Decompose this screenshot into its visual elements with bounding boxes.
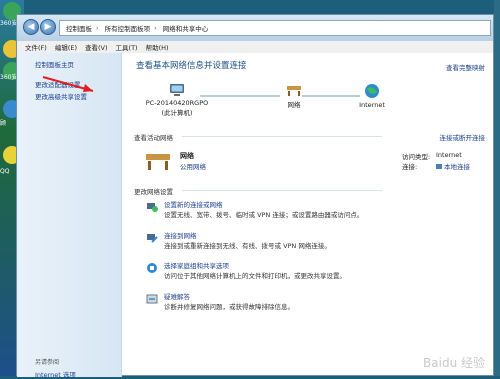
change-settings-heading: 更改网络设置 [134,188,173,196]
task-description: 连接到或重新连接到无线、有线、拨号或 VPN 网络连接。 [164,242,331,250]
task-description: 访问位于其他网络计算机上的文件和打印机，或更改共享设置。 [164,272,346,280]
desktop-icon-label-2: 360安 [0,74,18,81]
setup-connection-icon [147,203,158,212]
breadcrumb-separator-icon: › [154,24,157,32]
task-title[interactable]: 连接到网络 [164,230,197,240]
network-label: 网络 [287,101,301,109]
local-connection-link[interactable]: 本地连接 [436,161,470,171]
menu-tools[interactable]: 工具(T) [116,42,138,52]
forward-button[interactable]: ▶ [40,19,56,35]
map-network: 网络 [274,83,314,109]
desktop-right-edge [494,0,500,376]
back-button[interactable]: ◀ [23,19,39,35]
map-computer: PC-20140420RGPO (此计算机) [142,83,212,117]
desktop-icon-label-3: 顾 [0,120,7,127]
breadcrumb-all-items[interactable]: 所有控制面板项 [105,23,151,33]
computer-icon [170,84,184,96]
network-bench-icon [287,86,301,96]
menu-view[interactable]: 查看(V) [85,42,108,52]
menu-edit[interactable]: 编辑(E) [55,42,77,52]
sidebar: 控制面板主页 更改适配器设置 更改高级共享设置 另请参阅 Internet 选项 [17,53,122,379]
breadcrumb-separator-icon: › [96,24,99,32]
computer-name: PC-20140420RGPO [145,99,209,107]
globe-icon [365,84,379,98]
task-description: 诊断并修复网络问题，或获得故障排除信息。 [164,303,294,311]
back-arrow-icon: ◀ [27,22,35,32]
active-network-heading: 查看活动网络 [134,134,173,142]
troubleshoot-icon [146,294,158,304]
page-title: 查看基本网络信息并设置连接 [136,61,247,71]
desktop-icon-label-4: QQ [0,168,10,175]
local-connection-icon [436,164,442,169]
network-center-window: ◀ ▶ 控制面板 › 所有控制面板项 › 网络和共享中心 文件(F) 编辑(E)… [16,14,494,379]
main-panel: 查看基本网络信息并设置连接 查看完整映射 PC-20140420RGPO (此计… [122,53,493,375]
desktop-icon-label-1: 360安 [0,20,18,27]
sidebar-item-control-panel-home[interactable]: 控制面板主页 [35,59,74,69]
map-internet: Internet [352,83,392,109]
access-type-label: 访问类型: [402,153,431,161]
see-also-heading: 另请参阅 [35,359,60,366]
active-network-bench-icon [146,154,170,170]
active-network-name: 网络 [180,152,194,160]
title-bar: ◀ ▶ 控制面板 › 所有控制面板项 › 网络和共享中心 [17,15,493,41]
connect-disconnect-link[interactable]: 连接或断开连接 [440,132,486,142]
breadcrumb-network-center[interactable]: 网络和共享中心 [163,23,209,33]
annotation-arrow-icon [42,75,94,93]
view-full-map-link[interactable]: 查看完整映射 [446,62,485,72]
task-description: 设置无线、宽带、拨号、临时或 VPN 连接；或设置路由器或访问点。 [164,211,364,219]
task-title[interactable]: 疑难解答 [164,291,190,301]
task-title[interactable]: 选择家庭组和共享选项 [164,260,229,270]
map-connector [200,95,280,97]
internet-label: Internet [359,101,385,109]
watermark-logo: Baidu 经验 [423,356,485,370]
address-bar[interactable]: 控制面板 › 所有控制面板项 › 网络和共享中心 [59,20,491,36]
local-connection-label: 本地连接 [444,163,470,171]
computer-sub-label: (此计算机) [161,109,193,117]
task-title[interactable]: 设置新的连接或网络 [164,199,223,209]
internet-options-link[interactable]: Internet 选项 [35,369,76,379]
network-map: PC-20140420RGPO (此计算机) 网络 Internet [142,83,472,123]
homegroup-icon [147,263,157,273]
menu-file[interactable]: 文件(F) [25,42,47,52]
connections-label: 连接: [402,163,418,171]
section-divider [182,136,382,137]
access-type-value: Internet [436,151,462,159]
connect-network-icon [147,234,158,243]
forward-arrow-icon: ▶ [44,22,52,32]
menu-help[interactable]: 帮助(H) [146,42,169,52]
breadcrumb-control-panel[interactable]: 控制面板 [66,23,92,33]
section-divider [182,190,382,191]
network-type-link[interactable]: 公用网络 [180,161,206,171]
